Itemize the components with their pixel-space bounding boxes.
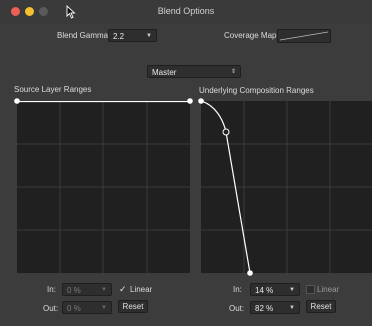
chevron-down-icon: ▼ [101,305,107,311]
coverage-map-editor[interactable] [277,29,331,43]
checkmark-icon: ✓ [119,284,127,294]
underlying-in-handle[interactable] [196,96,206,106]
title-bar: Blend Options [0,0,372,24]
underlying-in-value: 14 % [255,286,274,295]
updown-chevron-icon: ⇕ [230,69,236,75]
underlying-mid-handle[interactable] [221,127,231,137]
source-ranges-graph[interactable] [17,101,190,273]
underlying-reset-button[interactable]: Reset [306,300,336,313]
channel-dropdown[interactable]: Master ⇕ [147,65,241,78]
chevron-down-icon: ▼ [146,33,152,39]
source-ranges-title: Source Layer Ranges [14,85,92,94]
underlying-linear-label: Linear [317,285,340,294]
underlying-in-dropdown[interactable]: 14 % ▼ [250,283,300,296]
channel-value: Master [152,68,177,77]
coverage-map-label: Coverage Map: [224,31,279,40]
source-linear-checkbox[interactable]: ✓ [118,284,127,294]
source-in-handle[interactable] [12,96,22,106]
blend-gamma-value: 2.2 [113,32,125,41]
chevron-down-icon: ▼ [101,287,107,293]
source-out-label: Out: [43,304,59,313]
source-out-value: 0 % [67,304,81,313]
source-in-value: 0 % [67,286,81,295]
blend-gamma-label: Blend Gamma: [57,31,111,40]
underlying-in-label: In: [233,285,242,294]
underlying-out-handle[interactable] [245,268,255,278]
source-out-handle[interactable] [185,96,195,106]
underlying-out-value: 82 % [255,304,274,313]
chevron-down-icon: ▼ [289,305,295,311]
source-in-label: In: [47,285,56,294]
underlying-out-dropdown[interactable]: 82 % ▼ [250,301,300,314]
window-title: Blend Options [157,6,215,16]
underlying-ranges-title: Underlying Composition Ranges [199,86,314,95]
source-in-dropdown[interactable]: 0 % ▼ [62,283,112,296]
source-out-dropdown[interactable]: 0 % ▼ [62,301,112,314]
blend-gamma-dropdown[interactable]: 2.2 ▼ [108,29,157,42]
underlying-linear-checkbox[interactable] [306,285,315,294]
chevron-down-icon: ▼ [289,287,295,293]
coverage-map-curve-icon [279,31,329,41]
source-reset-button[interactable]: Reset [118,300,148,313]
source-linear-label: Linear [130,285,153,294]
underlying-out-label: Out: [229,304,245,313]
